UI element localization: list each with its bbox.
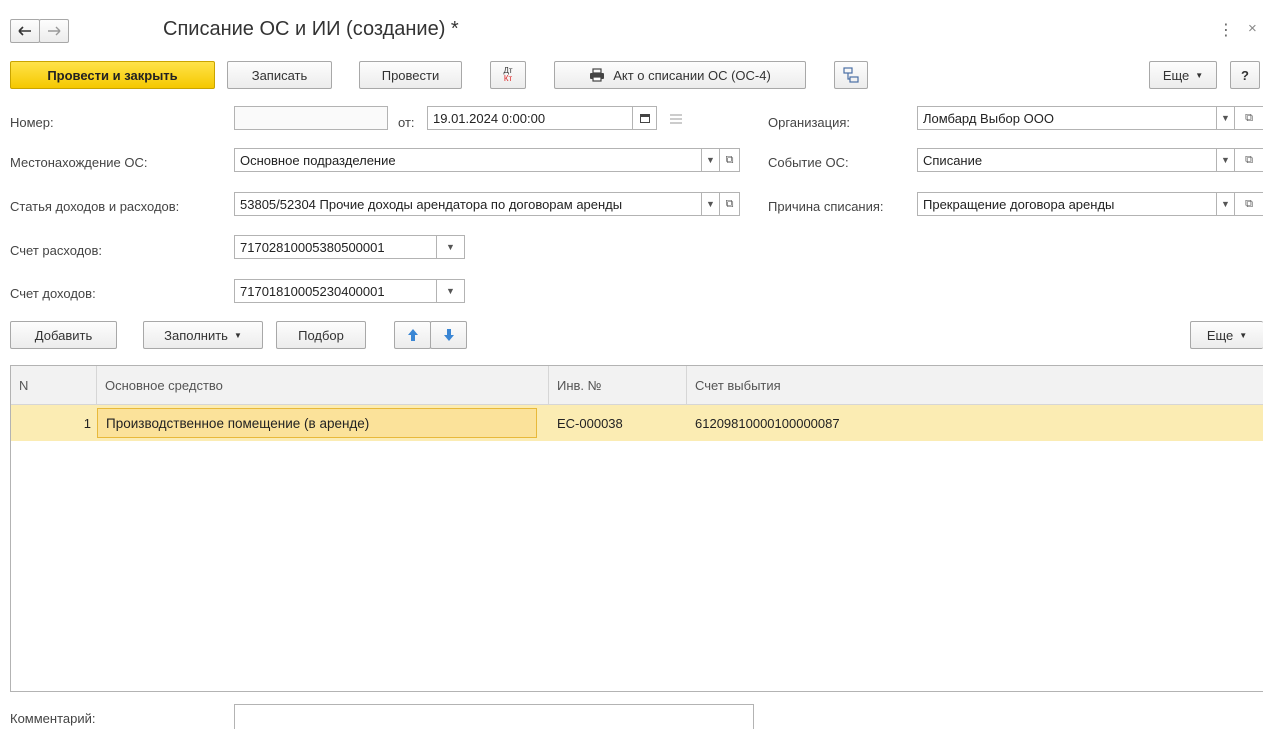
date-field[interactable]: 19.01.2024 0:00:00 — [427, 106, 633, 130]
event-field[interactable]: Списание — [917, 148, 1217, 172]
income-account-label: Счет доходов: — [10, 286, 96, 301]
move-up-button[interactable] — [394, 321, 431, 349]
expense-account-label: Счет расходов: — [10, 243, 102, 258]
event-open-button[interactable]: ⧉ — [1235, 148, 1263, 172]
table-row[interactable]: 1 Производственное помещение (в аренде) … — [11, 405, 1263, 441]
fill-label: Заполнить — [164, 327, 228, 343]
number-label: Номер: — [10, 115, 54, 130]
writeoff-reason-open-button[interactable]: ⧉ — [1235, 192, 1263, 216]
save-button[interactable]: Записать — [227, 61, 332, 89]
pick-button[interactable]: Подбор — [276, 321, 366, 349]
organization-label: Организация: — [768, 115, 851, 130]
arrow-down-icon — [443, 329, 454, 341]
open-window-icon: ⧉ — [1245, 111, 1253, 124]
expense-account-field[interactable]: 71702810005380500001 — [234, 235, 437, 259]
income-account-dropdown-button[interactable]: ▼ — [437, 279, 465, 303]
number-field[interactable] — [234, 106, 388, 130]
asset-cell[interactable]: Производственное помещение (в аренде) — [97, 408, 537, 438]
organization-dropdown-button[interactable]: ▼ — [1217, 106, 1235, 130]
arrow-up-icon — [407, 329, 418, 341]
writeoff-account-cell[interactable]: 61209810000100000087 — [687, 405, 1263, 441]
print-act-label: Акт о списании ОС (ОС-4) — [613, 67, 771, 83]
column-header-asset[interactable]: Основное средство — [97, 366, 549, 404]
writeoff-reason-field[interactable]: Прекращение договора аренды — [917, 192, 1217, 216]
organization-open-button[interactable]: ⧉ — [1235, 106, 1263, 130]
forward-button[interactable] — [39, 19, 69, 43]
structure-button[interactable] — [834, 61, 868, 89]
column-header-account[interactable]: Счет выбытия — [687, 366, 1263, 404]
column-header-inv[interactable]: Инв. № — [549, 366, 687, 404]
add-row-button[interactable]: Добавить — [10, 321, 117, 349]
print-act-button[interactable]: Акт о списании ОС (ОС-4) — [554, 61, 806, 89]
income-account-field[interactable]: 71701810005230400001 — [234, 279, 437, 303]
page-title: Списание ОС и ИИ (создание) * — [163, 18, 459, 40]
document-structure-icon — [843, 67, 859, 83]
kt-icon-label: Кт — [503, 74, 513, 83]
income-expense-item-field[interactable]: 53805/52304 Прочие доходы арендатора по … — [234, 192, 702, 216]
location-label: Местонахождение ОС: — [10, 155, 148, 170]
open-window-icon: ⧉ — [725, 197, 734, 210]
printer-icon — [590, 68, 605, 82]
open-window-icon: ⧉ — [725, 153, 734, 166]
chevron-down-icon: ▼ — [1195, 70, 1204, 80]
help-button[interactable]: ? — [1230, 61, 1260, 89]
chevron-down-icon: ▼ — [1239, 330, 1248, 340]
dtkt-button[interactable]: Дт Кт — [490, 61, 526, 89]
post-and-close-button[interactable]: Провести и закрыть — [10, 61, 215, 89]
inventory-number-cell[interactable]: ЕС-000038 — [549, 405, 687, 441]
notes-icon[interactable] — [670, 112, 682, 127]
event-dropdown-button[interactable]: ▼ — [1217, 148, 1235, 172]
event-label: Событие ОС: — [768, 155, 849, 170]
open-window-icon: ⧉ — [1245, 153, 1253, 166]
income-expense-item-dropdown-button[interactable]: ▼ — [702, 192, 720, 216]
location-field[interactable]: Основное подразделение — [234, 148, 702, 172]
income-expense-item-open-button[interactable]: ⧉ — [720, 192, 740, 216]
move-down-button[interactable] — [430, 321, 467, 349]
expense-account-dropdown-button[interactable]: ▼ — [437, 235, 465, 259]
writeoff-reason-dropdown-button[interactable]: ▼ — [1217, 192, 1235, 216]
table-more-button[interactable]: Еще ▼ — [1190, 321, 1263, 349]
close-icon[interactable]: × — [1248, 20, 1257, 37]
income-expense-item-label: Статья доходов и расходов: — [10, 199, 180, 214]
table-more-label: Еще — [1206, 327, 1234, 343]
comment-label: Комментарий: — [10, 711, 96, 726]
assets-table[interactable]: N Основное средство Инв. № Счет выбытия … — [10, 365, 1263, 692]
more-label: Еще — [1162, 67, 1190, 83]
organization-field[interactable]: Ломбард Выбор ООО — [917, 106, 1217, 130]
arrow-left-icon — [18, 26, 31, 36]
open-window-icon: ⧉ — [1245, 197, 1253, 210]
fill-button[interactable]: Заполнить ▼ — [143, 321, 263, 349]
table-header: N Основное средство Инв. № Счет выбытия — [11, 366, 1263, 405]
row-number: 1 — [83, 415, 91, 431]
column-header-n[interactable]: N — [11, 366, 97, 404]
calendar-button[interactable] — [633, 106, 657, 130]
writeoff-reason-label: Причина списания: — [768, 199, 884, 214]
location-open-button[interactable]: ⧉ — [720, 148, 740, 172]
calendar-icon — [639, 114, 650, 123]
more-button[interactable]: Еще ▼ — [1149, 61, 1217, 89]
kebab-menu-icon[interactable]: ⋮ — [1218, 20, 1234, 40]
post-button[interactable]: Провести — [359, 61, 462, 89]
location-dropdown-button[interactable]: ▼ — [702, 148, 720, 172]
arrow-right-icon — [48, 26, 61, 36]
back-button[interactable] — [10, 19, 40, 43]
chevron-down-icon: ▼ — [233, 330, 242, 340]
date-prefix-label: от: — [398, 115, 415, 130]
comment-field[interactable] — [234, 704, 754, 729]
